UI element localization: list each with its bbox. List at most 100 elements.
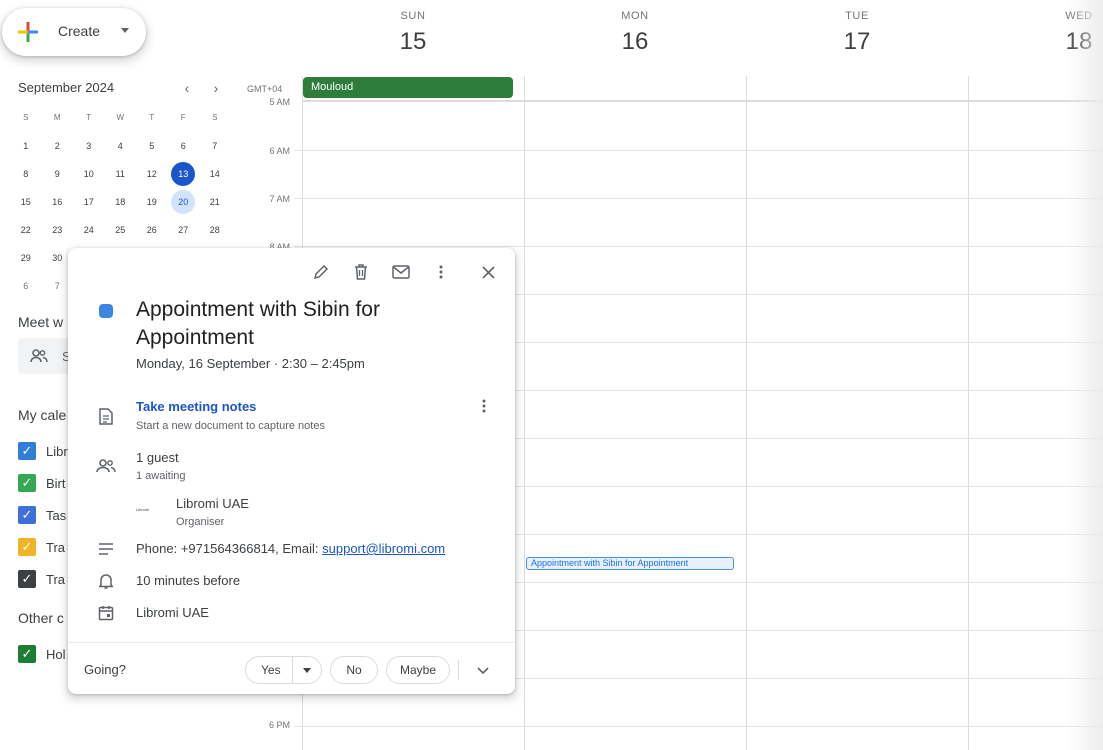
mini-calendar-day[interactable]: 9 <box>42 162 74 186</box>
mini-calendar-day[interactable]: 13 <box>168 162 200 186</box>
mini-calendar-weekday: T <box>149 113 155 122</box>
day-number[interactable]: 17 <box>746 28 968 56</box>
mini-calendar-weekday: F <box>180 113 186 122</box>
bell-icon <box>96 571 116 591</box>
mini-calendar-day[interactable]: 22 <box>10 218 42 242</box>
calendar-list-item[interactable]: ✓ Tra <box>18 537 65 557</box>
mini-calendar-day-label: 26 <box>146 225 157 235</box>
calendar-list-item-name: Birt <box>46 475 66 491</box>
day-header[interactable]: MON 16 <box>524 10 746 56</box>
rsvp-divider <box>458 660 459 680</box>
mini-calendar-day[interactable]: 26 <box>136 218 168 242</box>
rsvp-options-chevron-icon[interactable] <box>303 668 311 673</box>
mini-calendar-day[interactable]: 6 <box>10 274 42 298</box>
email-icon[interactable] <box>391 262 411 282</box>
rsvp-maybe-button[interactable]: Maybe <box>386 656 450 684</box>
mini-calendar-day[interactable]: 18 <box>105 190 137 214</box>
close-icon[interactable] <box>478 262 498 282</box>
mini-calendar-day-label: 24 <box>83 225 94 235</box>
mini-calendar-weekday: M <box>53 113 61 122</box>
calendar-list-item[interactable]: ✓ Tra <box>18 569 65 589</box>
mini-calendar-day-label: 23 <box>52 225 63 235</box>
mini-calendar-day-label: 27 <box>178 225 189 235</box>
mini-calendar-day[interactable]: 29 <box>10 246 42 270</box>
mini-calendar-day[interactable]: 16 <box>42 190 74 214</box>
mini-calendar-day[interactable]: 21 <box>199 190 231 214</box>
grid-column-line <box>968 76 969 750</box>
calendar-list-item[interactable]: ✓ Tas <box>18 505 66 525</box>
mini-calendar-day[interactable]: 8 <box>10 162 42 186</box>
create-label: Create <box>58 23 101 39</box>
mini-calendar-day[interactable]: 4 <box>105 134 137 158</box>
organiser-name[interactable]: Libromi UAE <box>176 496 249 511</box>
mini-calendar-day-label: 30 <box>52 253 63 263</box>
calendar-list-item[interactable]: ✓ Libr <box>18 441 68 461</box>
mini-calendar-day[interactable]: 11 <box>105 162 137 186</box>
mini-calendar-day[interactable]: 6 <box>168 134 200 158</box>
delete-icon[interactable] <box>351 262 371 282</box>
mini-calendar-day[interactable]: 27 <box>168 218 200 242</box>
event-description: Phone: +971564366814, Email: support@lib… <box>136 541 445 556</box>
mini-calendar-day[interactable]: 17 <box>73 190 105 214</box>
day-of-week: SUN <box>400 10 426 22</box>
mini-calendar-day-label: 18 <box>115 197 126 207</box>
guests-icon <box>96 456 116 476</box>
checkbox-checked-icon[interactable]: ✓ <box>18 474 36 492</box>
day-header[interactable]: TUE 17 <box>746 10 968 56</box>
mini-calendar-day-label: 19 <box>146 197 157 207</box>
mini-calendar-day[interactable]: 5 <box>136 134 168 158</box>
allday-event[interactable]: Mouloud <box>303 77 513 98</box>
calendar-event[interactable]: Appointment with Sibin for Appointment <box>526 557 734 570</box>
calendar-list-item-name: Hol <box>46 646 66 662</box>
mini-calendar-day-label: 13 <box>171 162 196 186</box>
mini-calendar-day-label: 20 <box>171 190 196 214</box>
checkbox-checked-icon[interactable]: ✓ <box>18 645 36 663</box>
timezone-label: GMT+04 <box>247 84 283 94</box>
mini-calendar-day[interactable]: 10 <box>73 162 105 186</box>
mini-calendar-day[interactable]: 23 <box>42 218 74 242</box>
rsvp-no-button[interactable]: No <box>330 656 378 684</box>
create-button[interactable]: Create <box>2 8 146 56</box>
time-label: 5 AM <box>269 97 290 107</box>
calendar-list-item[interactable]: ✓ Birt <box>18 473 66 493</box>
mini-calendar-day[interactable]: 2 <box>42 134 74 158</box>
mini-calendar-day-label: 7 <box>54 281 60 291</box>
day-number[interactable]: 16 <box>524 28 746 56</box>
checkbox-checked-icon[interactable]: ✓ <box>18 570 36 588</box>
mini-calendar-next-button[interactable]: › <box>208 80 224 96</box>
rsvp-yes-label: Yes <box>261 663 281 677</box>
mini-calendar-day[interactable]: 1 <box>10 134 42 158</box>
grid-hour-line <box>294 246 1103 247</box>
description-icon <box>96 539 116 559</box>
mini-calendar-day[interactable]: 24 <box>73 218 105 242</box>
mini-calendar-day-label: 6 <box>23 281 29 291</box>
notes-more-icon[interactable] <box>474 399 494 419</box>
take-meeting-notes-link[interactable]: Take meeting notes <box>136 399 256 414</box>
checkbox-checked-icon[interactable]: ✓ <box>18 538 36 556</box>
mini-calendar-day[interactable]: 3 <box>73 134 105 158</box>
mini-calendar-title: September 2024 <box>18 80 115 95</box>
expand-chevron-icon[interactable] <box>473 660 493 680</box>
checkbox-checked-icon[interactable]: ✓ <box>18 442 36 460</box>
day-number[interactable]: 15 <box>302 28 524 56</box>
mini-calendar-prev-button[interactable]: ‹ <box>179 80 195 96</box>
mini-calendar-day[interactable]: 19 <box>136 190 168 214</box>
mini-calendar-day[interactable]: 7 <box>199 134 231 158</box>
calendar-list-item[interactable]: ✓ Hol <box>18 644 66 664</box>
mini-calendar-day[interactable]: 25 <box>105 218 137 242</box>
going-label: Going? <box>84 662 126 677</box>
support-email-link[interactable]: support@libromi.com <box>322 541 445 556</box>
mini-calendar-weekday: T <box>86 113 92 122</box>
mini-calendar-day[interactable]: 14 <box>199 162 231 186</box>
day-header[interactable]: SUN 15 <box>302 10 524 56</box>
more-options-icon[interactable] <box>431 262 451 282</box>
edit-icon[interactable] <box>311 262 331 282</box>
description-text: Phone: +971564366814, Email: <box>136 541 323 556</box>
guest-count: 1 guest <box>136 450 179 465</box>
mini-calendar-day[interactable]: 20 <box>168 190 200 214</box>
mini-calendar-day[interactable]: 15 <box>10 190 42 214</box>
mini-calendar-day-label: 15 <box>20 197 31 207</box>
mini-calendar-day[interactable]: 28 <box>199 218 231 242</box>
mini-calendar-day[interactable]: 12 <box>136 162 168 186</box>
checkbox-checked-icon[interactable]: ✓ <box>18 506 36 524</box>
